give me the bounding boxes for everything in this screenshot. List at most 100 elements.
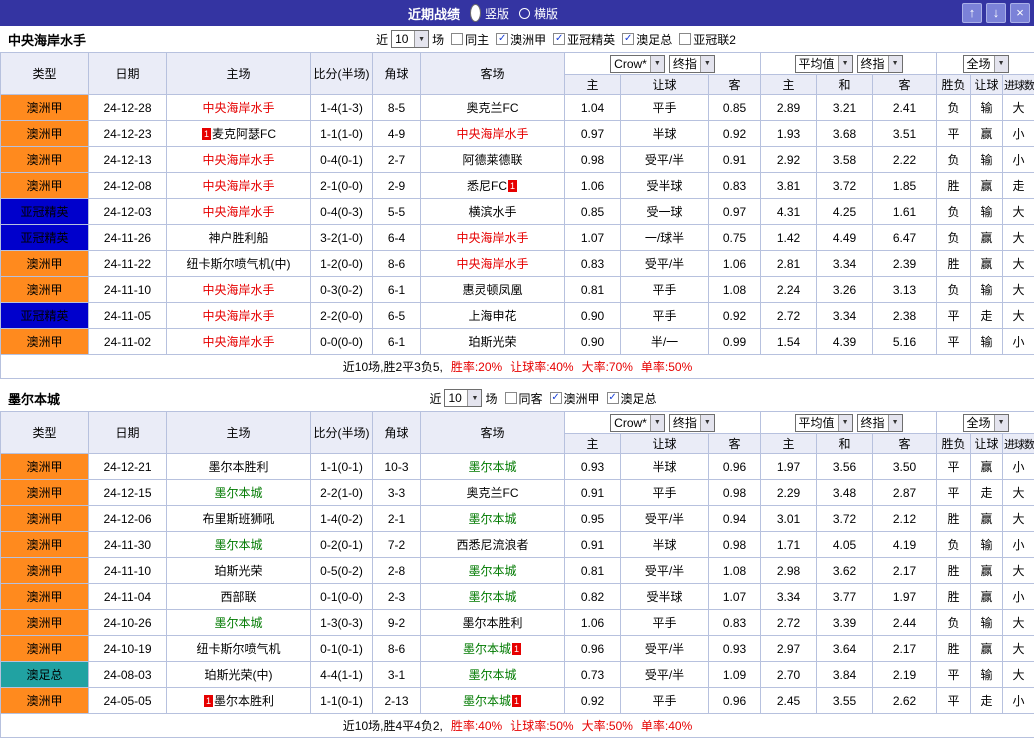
- rank-badge: 1: [512, 695, 521, 707]
- chevron-down-icon: ▼: [700, 56, 714, 72]
- odds-cell: 2.29: [761, 480, 817, 506]
- league-filter-checkbox[interactable]: 同客: [505, 390, 543, 407]
- odds-source-select[interactable]: Crow*▼: [610, 55, 665, 73]
- team-text: 中央海岸水手: [202, 153, 274, 167]
- league-filter-checkbox[interactable]: ✓亚冠精英: [553, 31, 615, 48]
- team-text: 中央海岸水手: [456, 257, 528, 271]
- odds-cell: 3.77: [817, 584, 873, 610]
- layout-radio-vertical[interactable]: 竖版: [470, 4, 509, 22]
- result-cell: 负: [937, 277, 971, 303]
- odds-source-select[interactable]: 平均值▼: [795, 414, 853, 432]
- select-value: Crow*: [611, 416, 650, 430]
- page-title: 近期战绩: [408, 4, 460, 23]
- odds-cell: 3.72: [817, 173, 873, 199]
- result-cell: 大: [1003, 506, 1034, 532]
- odds-source-select[interactable]: 全场▼: [963, 55, 1009, 73]
- chevron-down-icon: ▼: [994, 415, 1008, 431]
- team-text: 纽卡斯尔喷气机: [196, 642, 280, 656]
- summary-stat: 单率:50%: [641, 360, 692, 374]
- league-filter-checkbox[interactable]: 同主: [451, 31, 489, 48]
- score-cell: 0-5(0-2): [311, 558, 373, 584]
- odds-cell: 0.75: [709, 225, 761, 251]
- result-cell: 赢: [971, 251, 1003, 277]
- odds-cell: 0.73: [565, 662, 621, 688]
- odds-cell: 1.07: [709, 584, 761, 610]
- league-filter-checkbox[interactable]: 亚冠联2: [679, 31, 736, 48]
- summary-stat: 让球率:50%: [510, 719, 573, 733]
- league-filter-checkbox[interactable]: ✓澳足总: [622, 31, 672, 48]
- odds-cell: 0.91: [565, 480, 621, 506]
- date-cell: 24-05-05: [89, 688, 167, 714]
- away-team-cell: 中央海岸水手: [421, 251, 565, 277]
- result-cell: 大: [1003, 610, 1034, 636]
- result-cell: 赢: [971, 584, 1003, 610]
- team-text: 中央海岸水手: [456, 231, 528, 245]
- league-cell: 澳洲甲: [1, 688, 89, 714]
- close-button[interactable]: ×: [1010, 3, 1030, 23]
- odds-cell: 3.34: [817, 303, 873, 329]
- home-team-cell: 墨尔本城: [167, 532, 311, 558]
- layout-radio-horizontal[interactable]: 横版: [519, 5, 558, 22]
- filter-bar: 近10▼场同客✓澳洲甲✓澳足总: [429, 389, 656, 407]
- odds-cell: 0.96: [709, 688, 761, 714]
- corner-cell: 6-1: [373, 329, 421, 355]
- team-text: 奥克兰FC: [467, 101, 519, 115]
- table-row: 澳洲甲24-11-02中央海岸水手0-0(0-0)6-1珀斯光荣0.90半/一0…: [1, 329, 1034, 355]
- league-cell: 澳洲甲: [1, 147, 89, 173]
- result-cell: 胜: [937, 558, 971, 584]
- result-cell: 负: [937, 199, 971, 225]
- league-filter-checkbox[interactable]: ✓澳洲甲: [550, 390, 600, 407]
- odds-source-select[interactable]: 终指▼: [669, 55, 715, 73]
- team-section: 中央海岸水手近10▼场同主✓澳洲甲✓亚冠精英✓澳足总亚冠联2类型日期主场比分(半…: [0, 26, 1034, 379]
- odds-cell: 1.93: [761, 121, 817, 147]
- corner-cell: 2-7: [373, 147, 421, 173]
- team-text: 墨尔本城: [468, 460, 516, 474]
- odds-source-select[interactable]: 终指▼: [857, 55, 903, 73]
- team-text: 墨尔本城: [468, 590, 516, 604]
- result-cell: 大: [1003, 303, 1034, 329]
- date-cell: 24-11-10: [89, 277, 167, 303]
- result-cell: 走: [971, 303, 1003, 329]
- odds-source-select[interactable]: 平均值▼: [795, 55, 853, 73]
- odds-cell: 0.98: [565, 147, 621, 173]
- result-cell: 小: [1003, 329, 1034, 355]
- odds-source-select[interactable]: 终指▼: [857, 414, 903, 432]
- match-count-select[interactable]: 10▼: [391, 30, 429, 48]
- result-cell: 平: [937, 303, 971, 329]
- odds-cell: 4.25: [817, 199, 873, 225]
- odds-dropdowns: Crow*▼终指▼: [566, 414, 759, 432]
- chevron-down-icon: ▼: [650, 56, 664, 72]
- away-team-cell: 横滨水手: [421, 199, 565, 225]
- league-filter-checkbox[interactable]: ✓澳洲甲: [496, 31, 546, 48]
- odds-source-select[interactable]: 终指▼: [669, 414, 715, 432]
- odds-source-select[interactable]: Crow*▼: [610, 414, 665, 432]
- table-row: 澳洲甲24-12-06布里斯班狮吼1-4(0-2)2-1墨尔本城0.95受平/半…: [1, 506, 1034, 532]
- titlebar-center: 近期战绩 竖版 横版: [4, 4, 962, 23]
- odds-cell: 2.98: [761, 558, 817, 584]
- result-cell: 赢: [971, 173, 1003, 199]
- odds-cell: 3.50: [873, 454, 937, 480]
- move-up-button[interactable]: ↑: [962, 3, 982, 23]
- move-down-button[interactable]: ↓: [986, 3, 1006, 23]
- odds-cell: 5.16: [873, 329, 937, 355]
- odds-cell: 半球: [621, 532, 709, 558]
- odds-source-select[interactable]: 全场▼: [963, 414, 1009, 432]
- odds-cell: 3.51: [873, 121, 937, 147]
- match-count-select[interactable]: 10▼: [444, 389, 482, 407]
- column-header: 主场: [167, 412, 311, 454]
- sub-column-header: 进球数: [1003, 434, 1034, 454]
- result-cell: 胜: [937, 251, 971, 277]
- odds-cell: 平手: [621, 480, 709, 506]
- result-cell: 小: [1003, 532, 1034, 558]
- date-cell: 24-08-03: [89, 662, 167, 688]
- away-team-cell: 奥克兰FC: [421, 480, 565, 506]
- away-team-cell: 阿德莱德联: [421, 147, 565, 173]
- sub-column-header: 胜负: [937, 434, 971, 454]
- column-header: 比分(半场): [311, 53, 373, 95]
- team-text: 惠灵顿凤凰: [462, 283, 522, 297]
- near-label: 近: [429, 390, 441, 407]
- league-filter-checkbox[interactable]: ✓澳足总: [607, 390, 657, 407]
- league-cell: 澳洲甲: [1, 584, 89, 610]
- sub-column-header: 让球: [971, 434, 1003, 454]
- odds-cell: 2.17: [873, 636, 937, 662]
